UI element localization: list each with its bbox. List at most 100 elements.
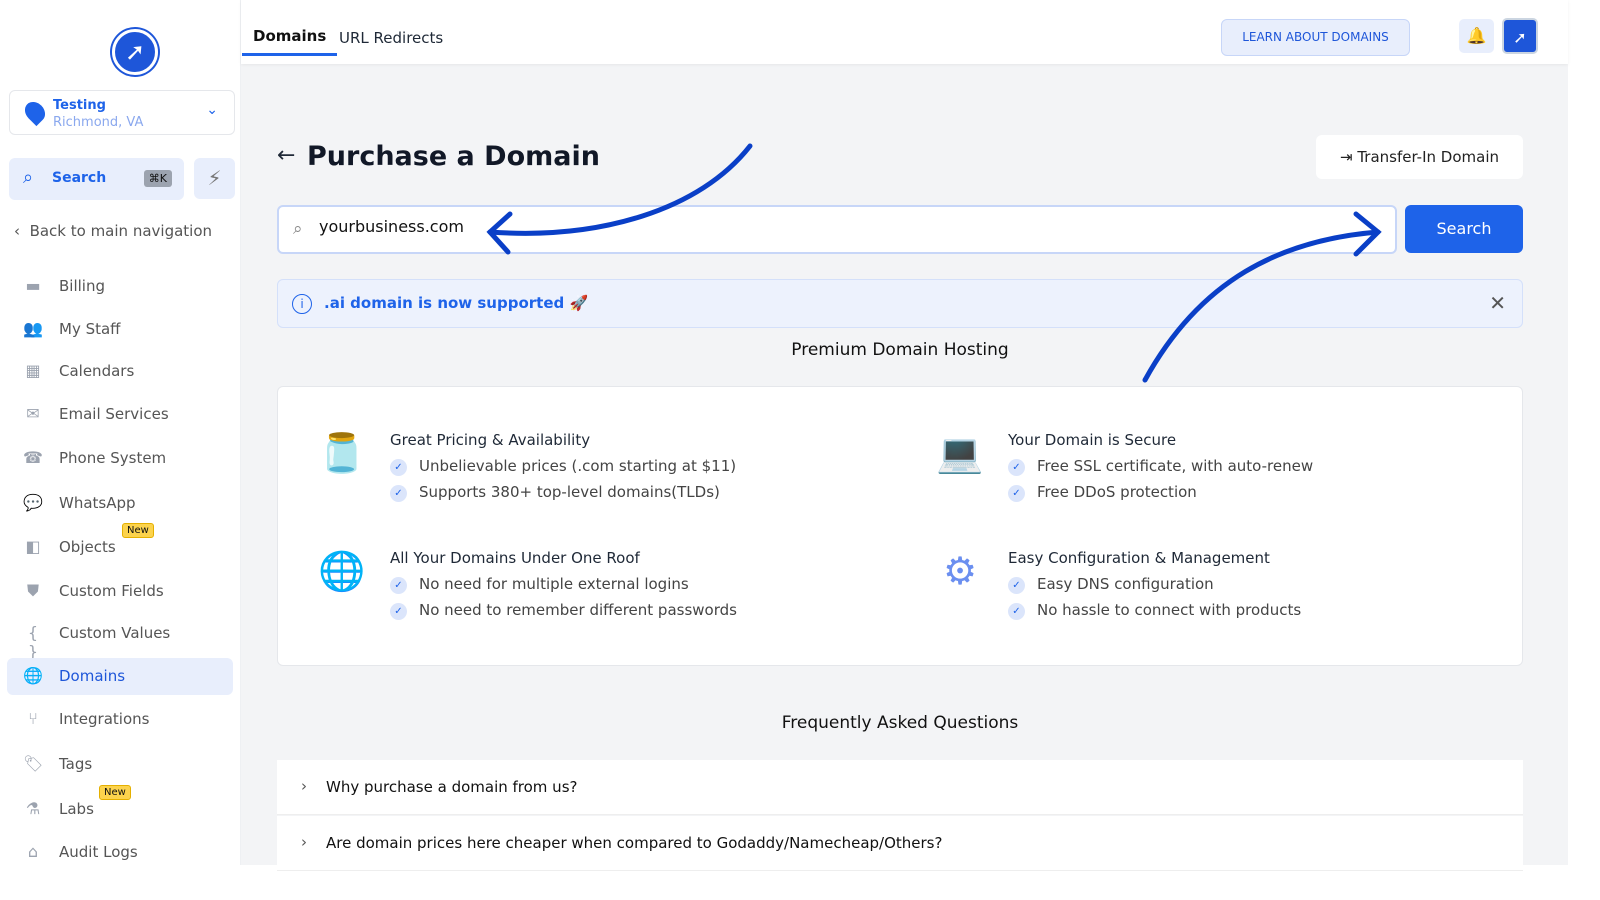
- lightning-icon: ⚡: [207, 166, 222, 190]
- top-bar: Domains URL Redirects LEARN ABOUT DOMAIN…: [241, 0, 1568, 64]
- sidebar-item-label: Labs: [59, 800, 94, 818]
- chat-icon: 💬: [23, 493, 43, 512]
- faq-question: Why purchase a domain from us?: [326, 778, 578, 796]
- secure-laptop-icon: 💻: [936, 431, 984, 475]
- check-icon: ✓: [390, 577, 407, 594]
- feature-title: Your Domain is Secure: [1008, 431, 1177, 449]
- feature-block: 🫙 Great Pricing & Availability ✓ Unbelievab…: [314, 431, 874, 531]
- sidebar-item-labs[interactable]: ⚗ Labs New: [7, 785, 233, 828]
- feature-item-text: No hassle to connect with products: [1037, 601, 1302, 619]
- faq-question: Are domain prices here cheaper when comp…: [326, 834, 943, 852]
- globe-icon: 🌐: [23, 666, 43, 685]
- location-switcher[interactable]: Testing Richmond, VA ⌄: [9, 90, 235, 135]
- objects-icon: ◧: [25, 537, 41, 556]
- back-label: Back to main navigation: [29, 222, 213, 240]
- audit-icon: ⌂: [27, 842, 39, 861]
- sidebar-item-label: WhatsApp: [59, 494, 136, 512]
- sidebar-item-phone-system[interactable]: ☎ Phone System: [7, 440, 233, 477]
- sidebar-item-custom-fields[interactable]: ⛊ Custom Fields: [7, 573, 233, 610]
- tab-url-redirects[interactable]: URL Redirects: [339, 29, 443, 47]
- chevron-down-icon: ⌄: [206, 102, 218, 118]
- faq-heading: Frequently Asked Questions: [781, 713, 1019, 733]
- sidebar-item-label: Billing: [59, 277, 105, 295]
- sidebar-item-label: Domains: [59, 667, 126, 685]
- features-card: 🫙 Great Pricing & Availability ✓ Unbelievab…: [277, 386, 1523, 666]
- transfer-in-domain-button[interactable]: ⇥ Transfer-In Domain: [1316, 135, 1523, 179]
- sidebar-item-objects[interactable]: ◧ Objects New: [7, 523, 233, 566]
- search-icon: ⌕: [23, 167, 34, 188]
- tag-icon: 🏷: [23, 754, 44, 773]
- feature-title: Easy Configuration & Management: [1008, 549, 1270, 567]
- faq-item[interactable]: › Are domain prices here cheaper when com…: [277, 816, 1523, 871]
- sidebar-item-label: Objects: [59, 538, 116, 556]
- mail-icon: ✉: [26, 404, 40, 423]
- phone-icon: ☎: [23, 448, 43, 467]
- feature-item: ✓ Supports 380+ top-level domains(TLDs): [390, 483, 720, 502]
- chevron-right-icon: ›: [301, 777, 307, 795]
- sidebar-item-whatsapp[interactable]: 💬 WhatsApp: [7, 485, 233, 522]
- sidebar-item-custom-values[interactable]: { } Custom Values: [7, 615, 233, 661]
- sidebar-item-audit-logs[interactable]: ⌂ Audit Logs: [7, 834, 233, 871]
- sidebar: ➚ Testing Richmond, VA ⌄ ⌕ Search ⌘K ⚡ ‹…: [0, 0, 241, 865]
- learn-about-domains-button[interactable]: LEARN ABOUT DOMAINS: [1221, 19, 1410, 56]
- check-icon: ✓: [390, 603, 407, 620]
- feature-item: ✓ Unbelievable prices (.com starting at $…: [390, 457, 736, 476]
- location-name: Testing: [53, 98, 106, 113]
- sidebar-item-label: Audit Logs: [59, 843, 138, 861]
- flask-icon: ⚗: [25, 799, 41, 818]
- new-badge: New: [99, 785, 131, 800]
- shortcut-badge: ⌘K: [143, 170, 172, 187]
- feature-block: ⚙ Easy Configuration & Management ✓ Easy DN…: [932, 549, 1492, 649]
- feature-block: 🌐 All Your Domains Under One Roof ✓ No need…: [314, 549, 874, 649]
- faq-item[interactable]: › Why purchase a domain from us?: [277, 760, 1523, 815]
- quick-actions-button[interactable]: ⚡: [194, 158, 235, 199]
- domain-search-field[interactable]: ⌕: [277, 205, 1397, 254]
- feature-item-text: Easy DNS configuration: [1037, 575, 1214, 593]
- transfer-label: Transfer-In Domain: [1357, 148, 1500, 166]
- sidebar-item-tags[interactable]: 🏷 Tags: [7, 746, 233, 783]
- feature-item: ✓ Free DDoS protection: [1008, 483, 1197, 502]
- feature-item-text: Free SSL certificate, with auto-renew: [1037, 457, 1314, 475]
- avatar[interactable]: ➚: [1502, 18, 1538, 54]
- sign-in-icon: ⇥: [1339, 148, 1358, 166]
- search-icon: ⌕: [293, 219, 303, 239]
- sidebar-item-billing[interactable]: ▬ Billing: [7, 268, 233, 305]
- notifications-bell-icon[interactable]: 🔔: [1459, 19, 1494, 53]
- page-title: Purchase a Domain: [307, 141, 600, 172]
- sidebar-item-calendars[interactable]: ▦ Calendars: [7, 353, 233, 390]
- feature-item-text: Unbelievable prices (.com starting at $1…: [419, 457, 737, 475]
- users-icon: 👥: [23, 319, 43, 338]
- location-address: Richmond, VA: [53, 115, 144, 130]
- calendar-icon: ▦: [25, 361, 41, 380]
- check-icon: ✓: [390, 485, 407, 502]
- alert-text: .ai domain is now supported 🚀: [324, 294, 589, 312]
- domain-search-button[interactable]: Search: [1405, 205, 1523, 253]
- sidebar-search-button[interactable]: ⌕ Search ⌘K: [9, 158, 184, 200]
- sidebar-item-email-services[interactable]: ✉ Email Services: [7, 396, 233, 433]
- domain-search-input[interactable]: [319, 217, 1319, 236]
- back-arrow-icon[interactable]: ←: [277, 143, 295, 168]
- sidebar-item-label: Tags: [59, 755, 93, 773]
- sidebar-item-label: Custom Fields: [59, 582, 164, 600]
- location-pin-icon: [20, 97, 50, 127]
- new-badge: New: [122, 523, 154, 538]
- search-label: Search: [52, 170, 107, 186]
- sidebar-item-label: Integrations: [59, 710, 150, 728]
- feature-item: ✓ Easy DNS configuration: [1008, 575, 1214, 594]
- info-alert: i .ai domain is now supported 🚀 ✕: [277, 279, 1523, 328]
- back-to-main-nav[interactable]: ‹ Back to main navigation: [14, 222, 212, 240]
- sidebar-item-label: Calendars: [59, 362, 135, 380]
- sidebar-item-my-staff[interactable]: 👥 My Staff: [7, 311, 233, 348]
- close-icon[interactable]: ✕: [1489, 291, 1506, 315]
- sidebar-item-label: Custom Values: [59, 624, 171, 642]
- feature-item: ✓ No need for multiple external logins: [390, 575, 689, 594]
- tab-domains[interactable]: Domains: [242, 27, 338, 56]
- app-logo: ➚: [112, 29, 158, 75]
- check-icon: ✓: [1008, 603, 1025, 620]
- sidebar-item-integrations[interactable]: ⑂ Integrations: [7, 701, 233, 738]
- feature-item-text: No need for multiple external logins: [419, 575, 689, 593]
- feature-item-text: Supports 380+ top-level domains(TLDs): [419, 483, 720, 501]
- sidebar-item-label: My Staff: [59, 320, 121, 338]
- sidebar-item-domains[interactable]: 🌐 Domains: [7, 658, 233, 695]
- feature-item: ✓ Free SSL certificate, with auto-renew: [1008, 457, 1313, 476]
